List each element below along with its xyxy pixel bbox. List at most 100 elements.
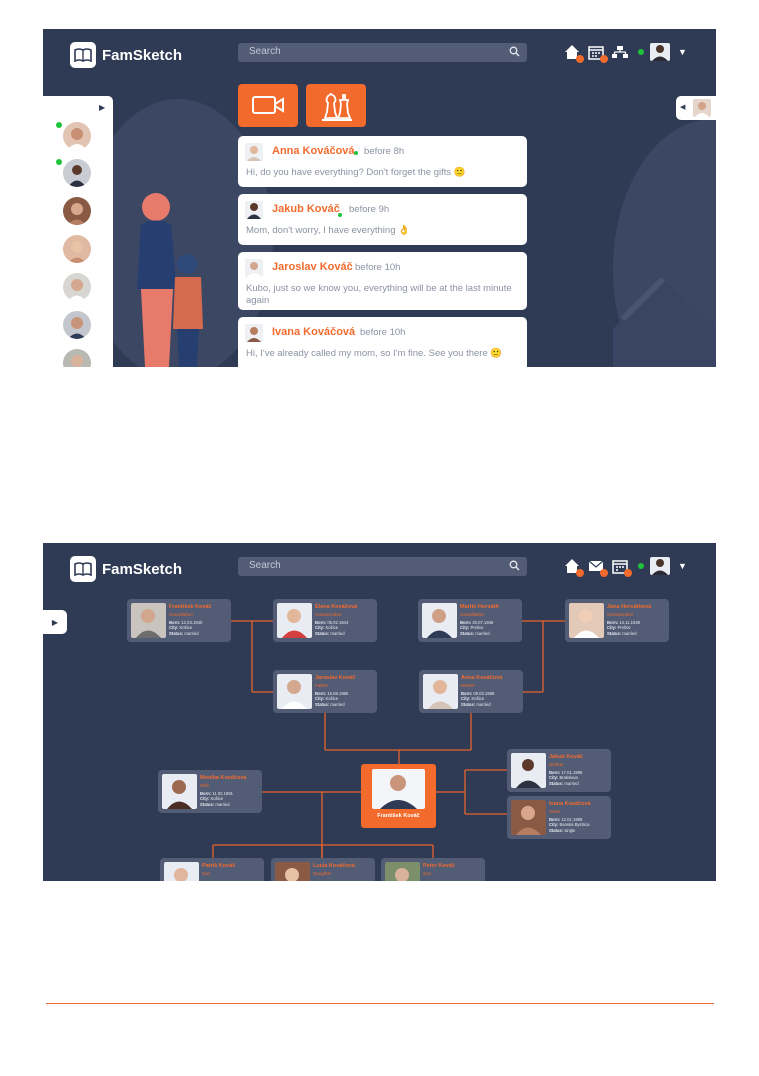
member-relation: Daughter <box>313 871 332 876</box>
member-name: Jana Horváthová <box>607 604 652 610</box>
message-time: before 8h <box>364 146 405 157</box>
member-card[interactable]: Lucia Kováčová Daughter <box>271 858 375 881</box>
member-name: Martin Horváth <box>460 604 499 610</box>
book-icon <box>70 42 96 68</box>
nav-icons: ▼ <box>564 43 687 63</box>
member-card[interactable]: Peter Kováč Son <box>381 858 485 881</box>
selected-member-card[interactable]: František Kováč <box>361 764 436 828</box>
chat-screen: FamSketch Search ▼ ▶ ◀ Anna Kováčová bef… <box>43 29 716 367</box>
member-name: František Kováč <box>169 604 212 610</box>
sender-name[interactable]: Jakub Kováč <box>272 203 340 215</box>
member-relation: Son <box>202 871 211 876</box>
member-details: Born: 17.01.1996 City: Bratislava Status: … <box>549 770 583 786</box>
member-details: Born: 12.01.1998 City: Banská Bystrica Sta… <box>549 817 590 833</box>
home-icon[interactable] <box>564 44 584 63</box>
member-photo <box>569 603 604 638</box>
online-indicator <box>56 159 62 165</box>
member-relation: Grandfather <box>460 612 485 617</box>
logo[interactable]: FamSketch <box>70 42 182 68</box>
member-details: Born: 20.07.1946 City: Prešov Status: marr… <box>460 620 494 636</box>
contact-avatar[interactable] <box>63 235 91 263</box>
member-photo <box>423 674 458 709</box>
divider <box>46 1003 714 1004</box>
online-indicator <box>638 49 644 55</box>
member-name: Monika Kováčová <box>200 775 247 781</box>
member-photo <box>511 800 546 835</box>
contact-avatar[interactable] <box>63 273 91 301</box>
member-photo <box>131 603 166 638</box>
sender-name[interactable]: Jaroslav Kováč <box>272 261 353 273</box>
member-card[interactable]: Elena Kováčová Grandmother Born: 05.02.1… <box>273 599 377 642</box>
member-card[interactable]: Patrik Kováč Son <box>160 858 264 881</box>
search-icon <box>509 46 520 57</box>
member-photo <box>162 774 197 809</box>
message-time: before 10h <box>355 262 401 273</box>
member-name: Jakub Kováč <box>549 754 583 760</box>
member-relation: Father <box>315 683 329 688</box>
contact-avatar[interactable] <box>63 349 91 367</box>
member-details: Born: 08.03.1968 City: Košice Status: marr… <box>461 691 495 707</box>
contact-avatar[interactable] <box>63 122 91 150</box>
member-relation: Sister <box>549 809 561 814</box>
message-text: Mom, don't worry, I have everything 👌 <box>246 225 410 236</box>
contact-avatar[interactable] <box>63 159 91 187</box>
member-card[interactable]: František Kováč Grandfather Born: 12.03.… <box>127 599 231 642</box>
member-photo <box>164 862 199 881</box>
member-photo <box>422 603 457 638</box>
right-panel-tab[interactable]: ◀ <box>676 96 716 120</box>
sender-avatar <box>245 201 263 219</box>
top-bar: FamSketch Search ▼ <box>43 29 716 79</box>
member-details: Born: 14.11.1948 City: Prešov Status: marr… <box>607 620 640 636</box>
member-relation: Brother <box>549 762 564 767</box>
member-card[interactable]: Ivana Kováčová Sister Born: 12.01.1998 Ci… <box>507 796 611 839</box>
family-illustration <box>137 193 203 367</box>
house-illustration <box>613 276 716 367</box>
search-input[interactable]: Search <box>238 43 527 62</box>
contacts-sidebar: ▶ <box>43 96 113 367</box>
sender-name[interactable]: Ivana Kováčová <box>272 326 355 338</box>
member-photo <box>275 862 310 881</box>
sender-name[interactable]: Anna Kováčová <box>272 145 355 157</box>
user-avatar[interactable] <box>650 43 670 61</box>
member-details: Born: 15.08.1965 City: Košice Status: marr… <box>315 691 349 707</box>
sender-avatar <box>245 259 263 277</box>
online-indicator <box>338 213 342 217</box>
member-photo <box>277 674 312 709</box>
member-photo <box>385 862 420 881</box>
member-relation: Mother <box>461 683 476 688</box>
games-button[interactable] <box>306 84 366 127</box>
calendar-icon[interactable] <box>588 44 608 63</box>
member-card[interactable]: Jakub Kováč Brother Born: 17.01.1996 City… <box>507 749 611 792</box>
member-card[interactable]: Monika Kováčová Wife Born: 11.02.1991 Cit… <box>158 770 262 813</box>
message-card[interactable]: Ivana Kováčová before 10h Hi, I've alrea… <box>238 317 527 367</box>
member-card[interactable]: Jana Horváthová Grandmother Born: 14.11.… <box>565 599 669 642</box>
sender-avatar <box>245 324 263 342</box>
member-name: Ivana Kováčová <box>549 801 591 807</box>
tree-connectors <box>212 620 565 858</box>
chevron-down-icon[interactable]: ▼ <box>678 47 687 57</box>
family-tree-icon[interactable] <box>612 44 628 60</box>
video-call-button[interactable] <box>238 84 298 127</box>
member-details: Born: 11.02.1991 City: Košice Status: marr… <box>200 791 233 807</box>
member-card[interactable]: Martin Horváth Grandfather Born: 20.07.1… <box>418 599 522 642</box>
member-name: Lucia Kováčová <box>313 863 355 869</box>
member-name: Peter Kováč <box>423 863 455 869</box>
expand-arrow-icon[interactable]: ▶ <box>99 103 105 112</box>
message-text: Hi, do you have everything? Don't forget… <box>246 167 466 178</box>
member-card[interactable]: Anna Kováčová Mother Born: 08.03.1968 Cit… <box>419 670 523 713</box>
online-indicator <box>354 151 358 155</box>
member-name: Anna Kováčová <box>461 675 503 681</box>
member-details: Born: 12.03.1940 City: Košice Status: marr… <box>169 620 203 636</box>
member-relation: Wife <box>200 783 209 788</box>
chess-game-icon <box>322 92 352 121</box>
contact-avatar[interactable] <box>63 197 91 225</box>
message-time: before 10h <box>360 327 406 338</box>
member-name: Patrik Kováč <box>202 863 236 869</box>
message-card[interactable]: Jaroslav Kováč before 10h Kubo, just so … <box>238 252 527 310</box>
message-card[interactable]: Jakub Kováč before 9h Mom, don't worry, … <box>238 194 527 245</box>
message-card[interactable]: Anna Kováčová before 8h Hi, do you have … <box>238 136 527 187</box>
member-photo <box>277 603 312 638</box>
collapse-arrow-icon: ◀ <box>680 104 686 111</box>
contact-avatar[interactable] <box>63 311 91 339</box>
member-card[interactable]: Jaroslav Kováč Father Born: 15.08.1965 Ci… <box>273 670 377 713</box>
